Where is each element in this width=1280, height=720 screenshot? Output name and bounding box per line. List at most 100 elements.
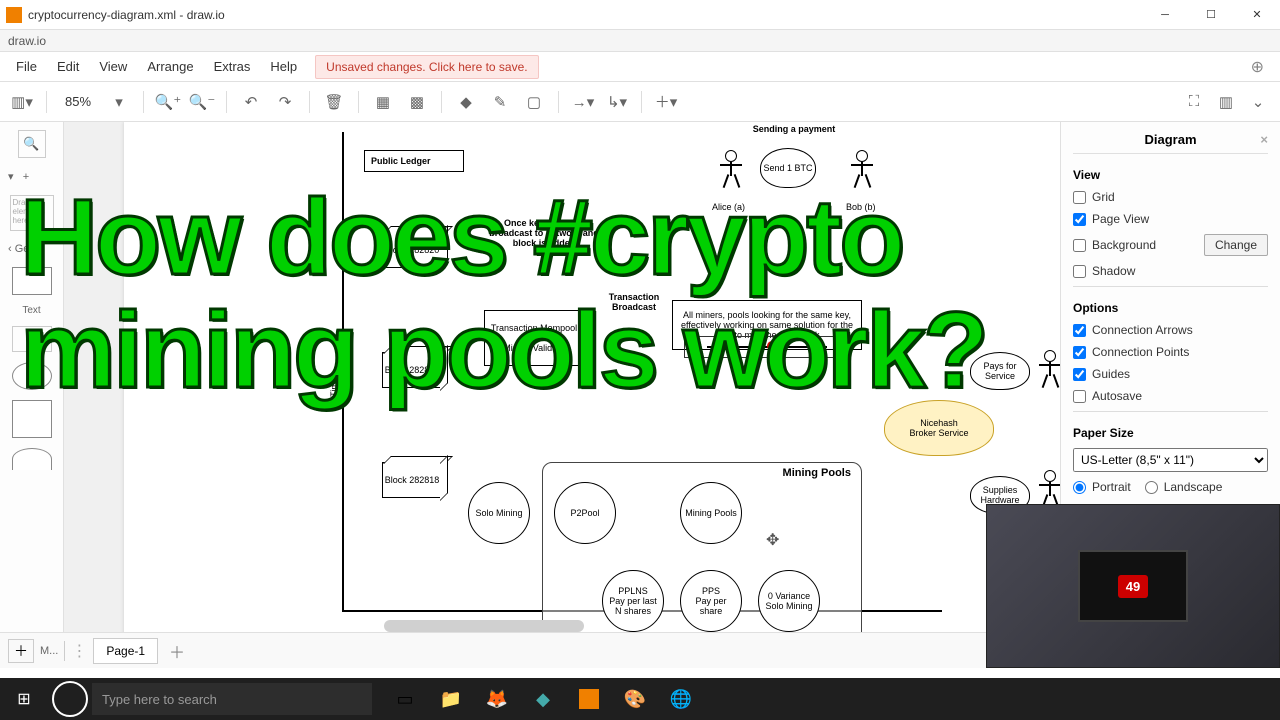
url-bar: draw.io xyxy=(0,30,1280,52)
guides-checkbox[interactable]: Guides xyxy=(1073,367,1268,381)
solo-mining-node[interactable]: Solo Mining xyxy=(468,482,530,544)
customer-actor[interactable] xyxy=(1038,350,1060,394)
cortana-button[interactable] xyxy=(52,681,88,717)
shadow-checkbox[interactable]: Shadow xyxy=(1073,264,1268,278)
oncekey-label: Once key is found, broadcast to network … xyxy=(484,218,604,248)
redo-button[interactable]: ↷ xyxy=(271,88,299,116)
pageview-checkbox[interactable]: Page View xyxy=(1073,212,1268,226)
window-minimize-button[interactable]: ─ xyxy=(1142,0,1188,30)
menu-file[interactable]: File xyxy=(6,55,47,78)
more-tabs-label[interactable]: M... xyxy=(40,645,58,657)
insert-button[interactable]: ＋▾ xyxy=(652,88,680,116)
bob-actor[interactable] xyxy=(850,150,874,194)
palette-hint: Drag elements here xyxy=(10,195,54,231)
palette-ellipse-shape[interactable] xyxy=(12,362,52,390)
public-ledger-box[interactable]: Public Ledger xyxy=(364,150,464,172)
undo-button[interactable]: ↶ xyxy=(237,88,265,116)
toolbar: ▥▾ 85% ▾ 🔍⁺ 🔍⁻ ↶ ↷ 🗑 ▦ ▩ ◆ ✎ ▢ →▾ ↳▾ ＋▾ … xyxy=(0,82,1280,122)
palette-circle-shape[interactable] xyxy=(12,448,52,470)
line-color-button[interactable]: ✎ xyxy=(486,88,514,116)
page-1-tab[interactable]: Page-1 xyxy=(93,638,158,664)
window-close-button[interactable]: ✕ xyxy=(1234,0,1280,30)
drawio-taskbar-icon[interactable] xyxy=(566,678,612,720)
subscriber-count: 49 xyxy=(1118,575,1148,598)
toback-button[interactable]: ▩ xyxy=(403,88,431,116)
change-background-button[interactable]: Change xyxy=(1204,234,1268,256)
connection-arrows-checkbox[interactable]: Connection Arrows xyxy=(1073,323,1268,337)
zoom-in-button[interactable]: 🔍⁺ xyxy=(154,88,182,116)
p2pool-node[interactable]: P2Pool xyxy=(554,482,616,544)
palette-collapse[interactable]: ▾ + xyxy=(4,168,59,185)
palette-square-shape[interactable] xyxy=(12,400,52,438)
pps-node[interactable]: PPS Pay per share xyxy=(680,570,742,632)
menu-extras[interactable]: Extras xyxy=(204,55,261,78)
app-icon-2[interactable]: 🎨 xyxy=(612,678,658,720)
delete-button[interactable]: 🗑 xyxy=(320,88,348,116)
palette-heading-shape[interactable] xyxy=(12,326,52,352)
pplns-node[interactable]: PPLNS Pay per last N shares xyxy=(602,570,664,632)
zoom-value[interactable]: 85% xyxy=(57,94,99,109)
shadow-button[interactable]: ▢ xyxy=(520,88,548,116)
zoom-out-button[interactable]: 🔍⁻ xyxy=(188,88,216,116)
paper-size-select[interactable]: US-Letter (8,5" x 11") xyxy=(1073,448,1268,472)
time-axis-label: Time xyxy=(329,377,339,397)
background-checkbox[interactable]: Background Change xyxy=(1073,234,1268,256)
start-button[interactable]: ⊞ xyxy=(0,678,48,720)
fill-button[interactable]: ◆ xyxy=(452,88,480,116)
tx-broadcast-label: Transaction Broadcast xyxy=(594,292,674,312)
palette-rect-shape[interactable] xyxy=(12,267,52,295)
canvas[interactable]: Time Public Ledger Block 282820 Block 28… xyxy=(64,122,1060,632)
menu-edit[interactable]: Edit xyxy=(47,55,89,78)
add-page-button[interactable]: ＋ xyxy=(8,639,34,663)
alice-actor[interactable] xyxy=(719,150,743,194)
grid-checkbox[interactable]: Grid xyxy=(1073,190,1268,204)
sidebar-toggle-button[interactable]: ▥▾ xyxy=(8,88,36,116)
separator xyxy=(46,91,47,113)
collapse-button[interactable]: ⌄ xyxy=(1244,88,1272,116)
app-icon xyxy=(6,7,22,23)
block-282820[interactable]: Block 282820 xyxy=(382,232,442,268)
menu-view[interactable]: View xyxy=(89,55,137,78)
menu-arrange[interactable]: Arrange xyxy=(137,55,203,78)
palette-text-shape[interactable]: Text xyxy=(22,305,40,316)
chrome-icon[interactable]: 🌐 xyxy=(658,678,704,720)
connection-points-checkbox[interactable]: Connection Points xyxy=(1073,345,1268,359)
diagram-page[interactable]: Time Public Ledger Block 282820 Block 28… xyxy=(124,122,1060,632)
taskbar-search[interactable]: Type here to search xyxy=(92,683,372,715)
shape-search-button[interactable]: 🔍 xyxy=(18,130,46,158)
horizontal-scrollbar[interactable] xyxy=(384,620,584,632)
separator xyxy=(441,91,442,113)
portrait-radio[interactable]: Portrait xyxy=(1073,480,1131,494)
window-maximize-button[interactable]: ☐ xyxy=(1188,0,1234,30)
app-icon-1[interactable]: ◆ xyxy=(520,678,566,720)
landscape-radio[interactable]: Landscape xyxy=(1145,480,1223,494)
waypoint-button[interactable]: ↳▾ xyxy=(603,88,631,116)
block-282818[interactable]: Block 282818 xyxy=(382,462,442,498)
bob-label: Bob (b) xyxy=(846,202,876,212)
zerovar-node[interactable]: 0 Variance Solo Mining xyxy=(758,570,820,632)
fullscreen-button[interactable]: ⛶ xyxy=(1180,88,1208,116)
tofront-button[interactable]: ▦ xyxy=(369,88,397,116)
new-page-tab-button[interactable]: ＋ xyxy=(164,639,190,663)
menu-bar: File Edit View Arrange Extras Help Unsav… xyxy=(0,52,1280,82)
file-explorer-icon[interactable]: 📁 xyxy=(428,678,474,720)
palette-general-header[interactable]: ‹ Ge... xyxy=(4,241,59,257)
send-btc-cloud[interactable]: Send 1 BTC xyxy=(760,148,816,188)
unsaved-changes-chip[interactable]: Unsaved changes. Click here to save. xyxy=(315,55,538,79)
firefox-icon[interactable]: 🦊 xyxy=(474,678,520,720)
nicehash-cloud[interactable]: Nicehash Broker Service xyxy=(884,400,994,456)
zoom-dropdown-icon[interactable]: ▾ xyxy=(105,88,133,116)
panel-close-icon[interactable]: × xyxy=(1260,132,1268,147)
language-icon[interactable]: ⊕ xyxy=(1251,57,1264,77)
connection-button[interactable]: →▾ xyxy=(569,88,597,116)
block-282819[interactable]: Block 282819 xyxy=(382,352,442,388)
paysfor-cloud[interactable]: Pays for Service xyxy=(970,352,1030,390)
format-panel-button[interactable]: ▥ xyxy=(1212,88,1240,116)
menu-help[interactable]: Help xyxy=(260,55,307,78)
mempool-box[interactable]: Transaction Mempool n Tx's Miners Valida… xyxy=(484,310,584,366)
autosave-checkbox[interactable]: Autosave xyxy=(1073,389,1268,403)
task-view-button[interactable]: ▭ xyxy=(382,678,428,720)
alice-label: Alice (a) xyxy=(712,202,745,212)
mining-pools-node[interactable]: Mining Pools xyxy=(680,482,742,544)
separator xyxy=(641,91,642,113)
